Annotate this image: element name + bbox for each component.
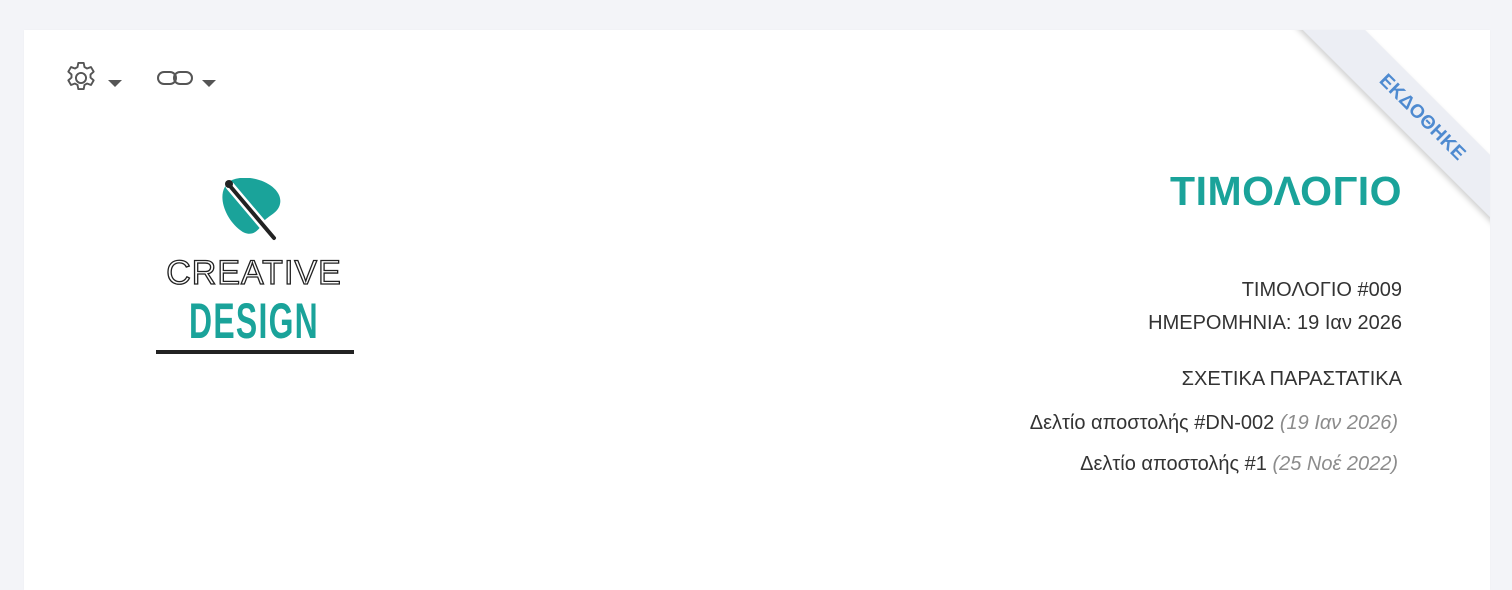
settings-dropdown-button[interactable] bbox=[62, 60, 122, 100]
gear-icon bbox=[62, 59, 100, 102]
chevron-down-icon bbox=[202, 79, 216, 87]
invoice-date: ΗΜΕΡΟΜΗΝΙΑ: 19 Ιαν 2026 bbox=[1148, 312, 1402, 334]
status-ribbon: ΕΚΔΟΘΗΚΕ bbox=[1270, 30, 1490, 250]
related-document-date: (25 Νοέ 2022) bbox=[1272, 453, 1398, 475]
related-document-date: (19 Ιαν 2026) bbox=[1279, 412, 1398, 434]
invoice-number: ΤΙΜΟΛΟΓΙΟ #009 bbox=[1241, 279, 1402, 301]
status-badge: ΕΚΔΟΘΗΚΕ bbox=[1293, 30, 1490, 247]
logo-line1: CREATIVE bbox=[166, 254, 342, 292]
related-documents-title: ΣΧΕΤΙΚΑ ΠΑΡΑΣΤΑΤΙΚΑ bbox=[1181, 368, 1402, 390]
invoice-card: CREATIVE DESIGN ΤΙΜΟΛΟΓΙΟ ΤΙΜΟΛΟΓΙΟ #009… bbox=[24, 30, 1490, 590]
company-logo: CREATIVE DESIGN bbox=[154, 177, 354, 358]
toolbar bbox=[62, 60, 216, 100]
chevron-down-icon bbox=[108, 79, 122, 87]
related-document-item[interactable]: Δελτίο αποστολής #1 (25 Νοέ 2022) bbox=[1030, 444, 1398, 485]
related-document-label[interactable]: Δελτίο αποστολής #1 bbox=[1080, 453, 1267, 475]
link-icon bbox=[156, 66, 194, 95]
related-documents-list: Δελτίο αποστολής #DN-002 (19 Ιαν 2026) Δ… bbox=[1030, 403, 1398, 485]
related-document-label[interactable]: Δελτίο αποστολής #DN-002 bbox=[1030, 412, 1275, 434]
invoice-meta: ΤΙΜΟΛΟΓΙΟ #009 ΗΜΕΡΟΜΗΝΙΑ: 19 Ιαν 2026 bbox=[1148, 274, 1402, 340]
logo-line2: DESIGN bbox=[189, 293, 319, 349]
related-document-item[interactable]: Δελτίο αποστολής #DN-002 (19 Ιαν 2026) bbox=[1030, 403, 1398, 444]
link-dropdown-button[interactable] bbox=[156, 60, 216, 100]
